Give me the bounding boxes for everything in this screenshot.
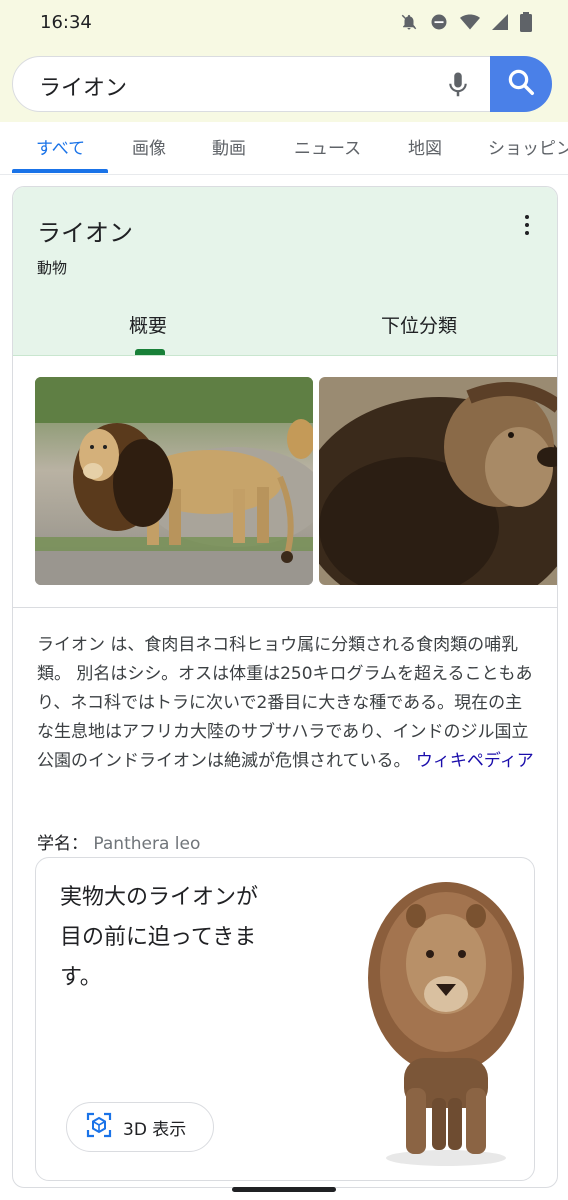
search-input[interactable]: ライオン xyxy=(39,70,127,102)
tab-images[interactable]: 画像 xyxy=(132,134,166,159)
entity-subtitle: 動物 xyxy=(37,259,68,277)
lion-3d-preview xyxy=(356,868,534,1168)
tab-maps[interactable]: 地図 xyxy=(408,134,442,159)
overview-tab-indicator xyxy=(135,349,165,355)
mute-icon xyxy=(400,13,418,35)
view-in-3d-button[interactable]: 3D 表示 xyxy=(66,1102,214,1152)
ar-promo-text: 実物大のライオンが目の前に迫ってきます。 xyxy=(60,885,259,990)
search-box[interactable]: ライオン xyxy=(12,56,552,112)
search-button[interactable] xyxy=(490,56,552,112)
mic-icon[interactable] xyxy=(443,70,473,100)
scientific-name-label: 学名： xyxy=(37,834,88,854)
entity-title: ライオン xyxy=(37,219,133,247)
ar-cube-icon xyxy=(85,1111,113,1143)
status-bar: 16:34 xyxy=(0,0,568,44)
clock: 16:34 xyxy=(40,12,92,33)
lion-photo-2[interactable] xyxy=(319,377,557,585)
tab-overview[interactable]: 概要 xyxy=(129,311,167,338)
tab-videos[interactable]: 動画 xyxy=(212,134,246,159)
entity-description: ライオン は、食肉目ネコ科ヒョウ属に分類される食肉類の哺乳類。 別名はシシ。オス… xyxy=(37,631,535,776)
active-tab-indicator xyxy=(12,169,108,173)
search-area: ライオン xyxy=(0,44,568,122)
wifi-icon xyxy=(460,13,480,35)
tab-all[interactable]: すべて xyxy=(36,134,85,159)
signal-icon xyxy=(492,13,508,35)
lion-photo-1[interactable] xyxy=(35,377,313,585)
status-icons xyxy=(400,12,532,36)
knowledge-header: ライオン 動物 概要 下位分類 xyxy=(13,187,557,356)
ar-view-card[interactable]: 実物大のライオンが目の前に迫ってきます。 3D 表示 xyxy=(35,857,535,1181)
more-vert-icon[interactable] xyxy=(525,215,531,239)
tab-shopping[interactable]: ショッピン xyxy=(488,134,568,159)
scientific-name-value: Panthera leo xyxy=(93,834,201,854)
knowledge-panel: ライオン 動物 概要 下位分類 ライオン は、食肉目ネコ科ヒョウ属に分類される食… xyxy=(12,186,558,1188)
search-icon xyxy=(506,67,536,101)
tab-news[interactable]: ニュース xyxy=(294,134,361,159)
tab-subtaxa[interactable]: 下位分類 xyxy=(381,311,457,338)
scientific-name: 学名： Panthera leo xyxy=(37,829,200,854)
dnd-icon xyxy=(430,13,448,35)
gesture-nav-bar[interactable] xyxy=(232,1187,336,1192)
search-tabs: すべて 画像 動画 ニュース 地図 ショッピン xyxy=(0,122,568,175)
divider xyxy=(13,607,557,608)
wikipedia-link[interactable]: ウィキペディア xyxy=(416,751,534,771)
view-in-3d-label: 3D 表示 xyxy=(123,1119,187,1140)
battery-icon xyxy=(520,12,532,36)
